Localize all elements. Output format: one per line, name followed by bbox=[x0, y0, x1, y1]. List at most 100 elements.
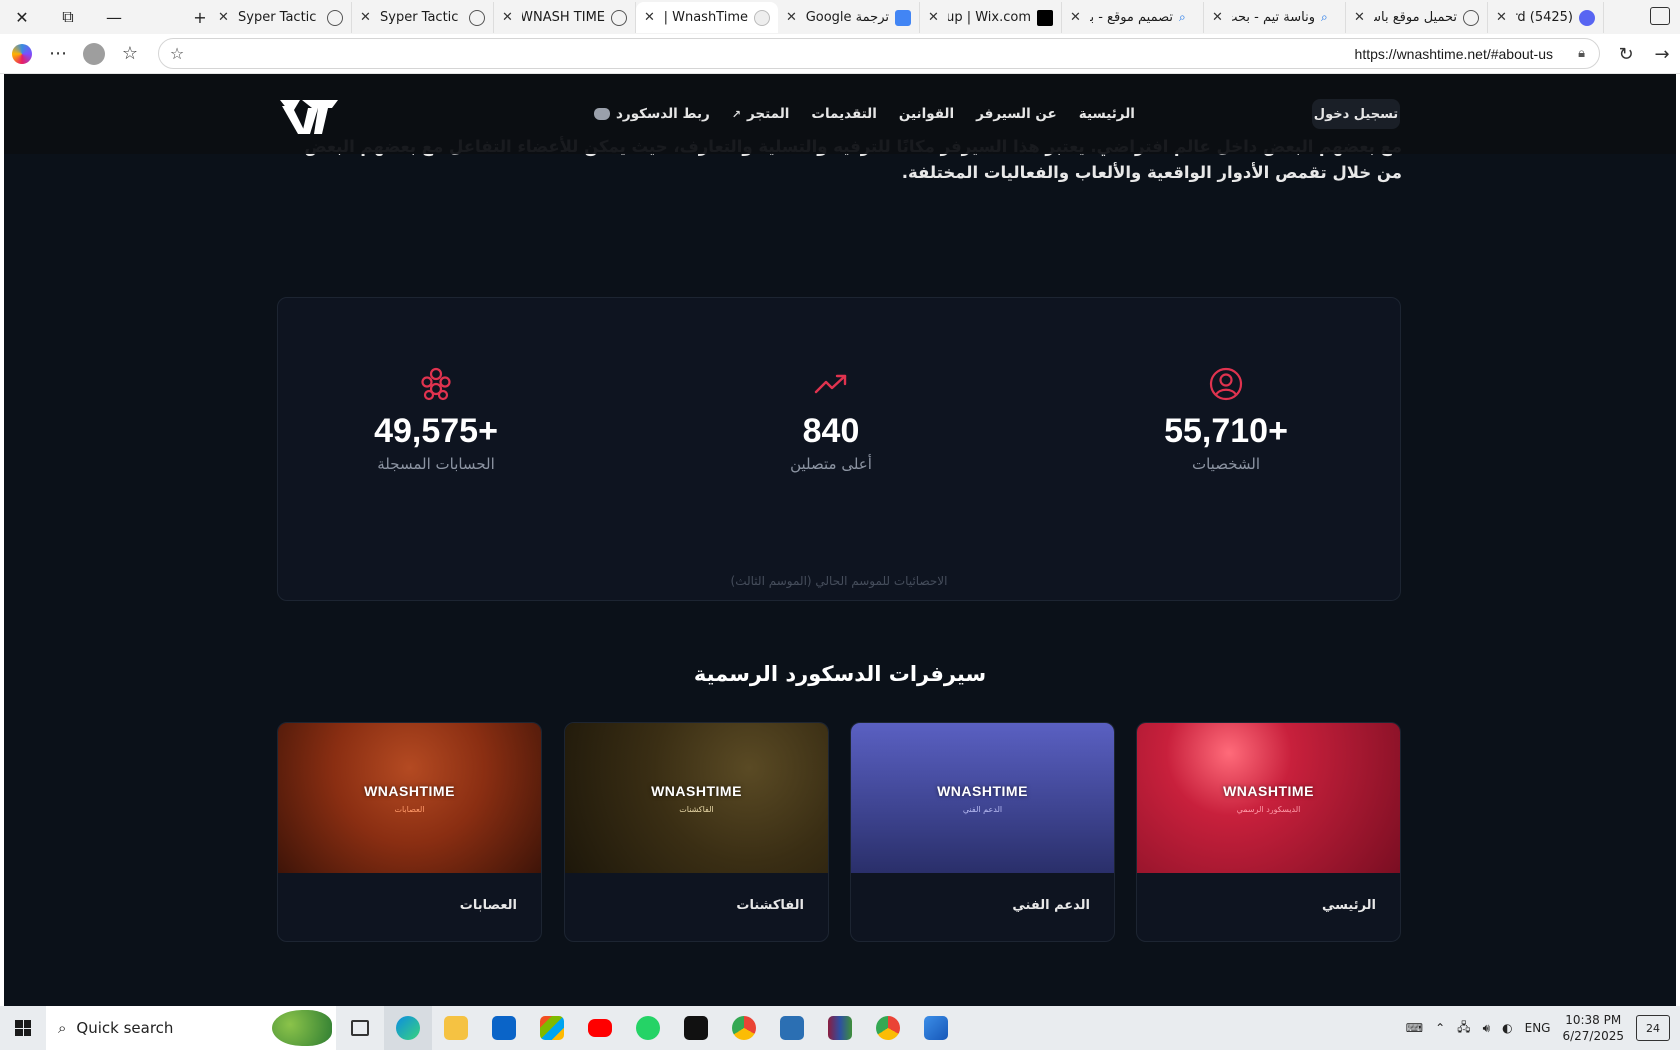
server-card-main[interactable]: WNASHTIME الديسكورد الرسمي الرئيسي bbox=[1136, 722, 1401, 942]
tab[interactable]: ✕ Syper Tactic bbox=[210, 2, 352, 33]
photos-icon[interactable] bbox=[912, 1006, 960, 1050]
nav-home[interactable]: الرئيسية bbox=[1079, 104, 1135, 124]
close-tab-icon[interactable]: ✕ bbox=[928, 10, 942, 25]
server-card-factions[interactable]: WNASHTIME الفاكشنات الفاكشنات bbox=[564, 722, 829, 942]
volume-icon[interactable]: 🔊︎ bbox=[1483, 1021, 1491, 1036]
notifications-icon[interactable]: 24 bbox=[1636, 1015, 1670, 1041]
close-tab-icon[interactable]: ✕ bbox=[360, 10, 374, 25]
task-view-icon[interactable] bbox=[336, 1006, 384, 1050]
close-window-icon[interactable]: ✕ bbox=[0, 0, 44, 34]
avatar[interactable] bbox=[76, 34, 112, 74]
chrome-profile-icon[interactable] bbox=[864, 1006, 912, 1050]
clock-time: 10:38 PM bbox=[1565, 1013, 1622, 1027]
outlook-icon[interactable] bbox=[480, 1006, 528, 1050]
taskbar: ⌕ Quick search ⌨ ⌃ 🖧︎ 🔊︎ ◐ ENG 10:38 PM … bbox=[0, 1006, 1680, 1050]
server-brand: WNASHTIME bbox=[364, 782, 455, 799]
tiktok-icon[interactable] bbox=[672, 1006, 720, 1050]
windows-icon bbox=[15, 1020, 31, 1036]
forward-icon[interactable]: → bbox=[1644, 34, 1680, 74]
site-logo[interactable] bbox=[278, 94, 340, 138]
network-icon[interactable]: 🖧︎ bbox=[1457, 1018, 1470, 1039]
server-banner-image: WNASHTIME الديسكورد الرسمي bbox=[1137, 723, 1400, 873]
start-button[interactable] bbox=[0, 1006, 46, 1050]
stats-card: +49,575 الحسابات المسجلة 840 أعلى متصلين… bbox=[277, 297, 1401, 601]
web-page: مع بعضهم البعض داخل عالم افتراضي. يعتبر … bbox=[4, 74, 1676, 1006]
search-icon: ⌕ bbox=[1321, 9, 1328, 24]
whatsapp-icon[interactable] bbox=[624, 1006, 672, 1050]
nav-store-label: المتجر bbox=[747, 106, 790, 122]
close-tab-icon[interactable]: ✕ bbox=[786, 10, 800, 25]
battery-icon[interactable]: ◐ bbox=[1502, 1021, 1512, 1035]
vpn-icon[interactable] bbox=[768, 1006, 816, 1050]
tab[interactable]: ✕ وناسة تيم - بحث ⌕ bbox=[1204, 2, 1346, 33]
add-favorite-icon[interactable]: ☆ bbox=[159, 44, 195, 63]
youtube-icon[interactable] bbox=[576, 1006, 624, 1050]
server-brand: WNASHTIME bbox=[1223, 782, 1314, 799]
notification-count: 24 bbox=[1646, 1021, 1660, 1035]
tab-active[interactable]: ✕ WnashTime | م bbox=[636, 2, 778, 33]
close-tab-icon[interactable]: ✕ bbox=[1070, 10, 1084, 25]
nav-applications[interactable]: التقديمات bbox=[811, 104, 876, 124]
close-tab-icon[interactable]: ✕ bbox=[1354, 10, 1368, 25]
tab-actions-icon[interactable] bbox=[1650, 7, 1670, 25]
chrome-icon[interactable] bbox=[720, 1006, 768, 1050]
globe-icon bbox=[1463, 9, 1479, 26]
server-card-support[interactable]: WNASHTIME الدعم الفني الدعم الفني bbox=[850, 722, 1115, 942]
minimize-icon[interactable]: — bbox=[92, 0, 136, 34]
external-link-icon: ↗ bbox=[731, 107, 742, 121]
server-brand: WNASHTIME bbox=[937, 782, 1028, 799]
favorites-icon[interactable]: ☆ bbox=[112, 34, 148, 74]
close-tab-icon[interactable]: ✕ bbox=[1496, 10, 1510, 25]
refresh-icon[interactable]: ↻ bbox=[1608, 34, 1644, 74]
tab[interactable]: ✕ تصميم موقع - بحث ⌕ bbox=[1062, 2, 1204, 33]
store-icon[interactable] bbox=[528, 1006, 576, 1050]
tab[interactable]: ✕ Syper Tactic bbox=[352, 2, 494, 33]
nav-about[interactable]: عن السيرفر bbox=[976, 104, 1057, 124]
close-tab-icon[interactable]: ✕ bbox=[218, 10, 232, 25]
search-icon: ⌕ bbox=[1179, 9, 1186, 24]
copilot-icon[interactable] bbox=[4, 34, 40, 74]
stats-note: الاحصائيات للموسم الحالي (الموسم الثالث) bbox=[730, 574, 948, 588]
url-field[interactable]: ☆ https://wnashtime.net/#about-us 🔒︎ bbox=[158, 38, 1600, 69]
close-tab-icon[interactable]: ✕ bbox=[644, 10, 658, 25]
chevron-up-icon[interactable]: ⌃ bbox=[1435, 1021, 1445, 1035]
close-tab-icon[interactable]: ✕ bbox=[502, 10, 516, 25]
address-bar-row: ⋯ ☆ ☆ https://wnashtime.net/#about-us 🔒︎… bbox=[0, 34, 1680, 74]
nav-discord-link[interactable]: ربط الدسكورد bbox=[594, 104, 710, 124]
tab-title: WnashTime | م bbox=[664, 10, 748, 25]
server-subtitle: الفاكشنات bbox=[679, 804, 714, 814]
tab-title: تحميل موقع باسم bbox=[1374, 10, 1457, 25]
tab[interactable]: ✕ WNASH TIME bbox=[494, 2, 636, 33]
nav-store[interactable]: ↗ المتجر bbox=[732, 104, 790, 124]
discord-icon bbox=[1579, 9, 1595, 26]
language-indicator[interactable]: ENG bbox=[1525, 1021, 1551, 1035]
clock[interactable]: 10:38 PM 6/27/2025 bbox=[1562, 1012, 1624, 1044]
server-name: الدعم الفني bbox=[1012, 898, 1090, 913]
stat-registered-accounts: +49,575 الحسابات المسجلة bbox=[306, 364, 566, 473]
tab[interactable]: ✕ تحميل موقع باسم bbox=[1346, 2, 1488, 33]
taskbar-search[interactable]: ⌕ Quick search bbox=[46, 1006, 336, 1050]
stat-value: +55,710 bbox=[1164, 412, 1288, 450]
site-navbar: الرئيسية عن السيرفر القوانين التقديمات ↗… bbox=[4, 74, 1676, 154]
login-button[interactable]: تسجيل دخول bbox=[1312, 99, 1400, 129]
server-name: العصابات bbox=[459, 898, 517, 913]
winrar-icon[interactable] bbox=[816, 1006, 864, 1050]
keyboard-icon[interactable]: ⌨ bbox=[1406, 1021, 1423, 1035]
stat-value: 840 bbox=[802, 412, 860, 450]
nav-rules[interactable]: القوانين bbox=[899, 104, 954, 124]
tab[interactable]: ✕ Setup | Wix.com bbox=[920, 2, 1062, 33]
wnashtime-icon bbox=[754, 9, 770, 26]
nav-discord-label: ربط الدسكورد bbox=[616, 106, 710, 122]
close-tab-icon[interactable]: ✕ bbox=[1212, 10, 1226, 25]
tab[interactable]: ✕ ترجمة Google bbox=[778, 2, 920, 33]
more-icon[interactable]: ⋯ bbox=[40, 34, 76, 74]
file-explorer-icon[interactable] bbox=[432, 1006, 480, 1050]
restore-icon[interactable]: ⧉ bbox=[46, 0, 90, 34]
google-translate-icon bbox=[895, 9, 911, 26]
lock-icon[interactable]: 🔒︎ bbox=[1578, 46, 1585, 61]
tab[interactable]: ✕ (5425) Discord bbox=[1488, 2, 1604, 33]
tab-title: تصميم موقع - بحث bbox=[1090, 10, 1173, 25]
tab-title: WNASH TIME bbox=[522, 10, 605, 25]
server-card-gangs[interactable]: WNASHTIME العصابات العصابات bbox=[277, 722, 542, 942]
edge-icon[interactable] bbox=[384, 1006, 432, 1050]
